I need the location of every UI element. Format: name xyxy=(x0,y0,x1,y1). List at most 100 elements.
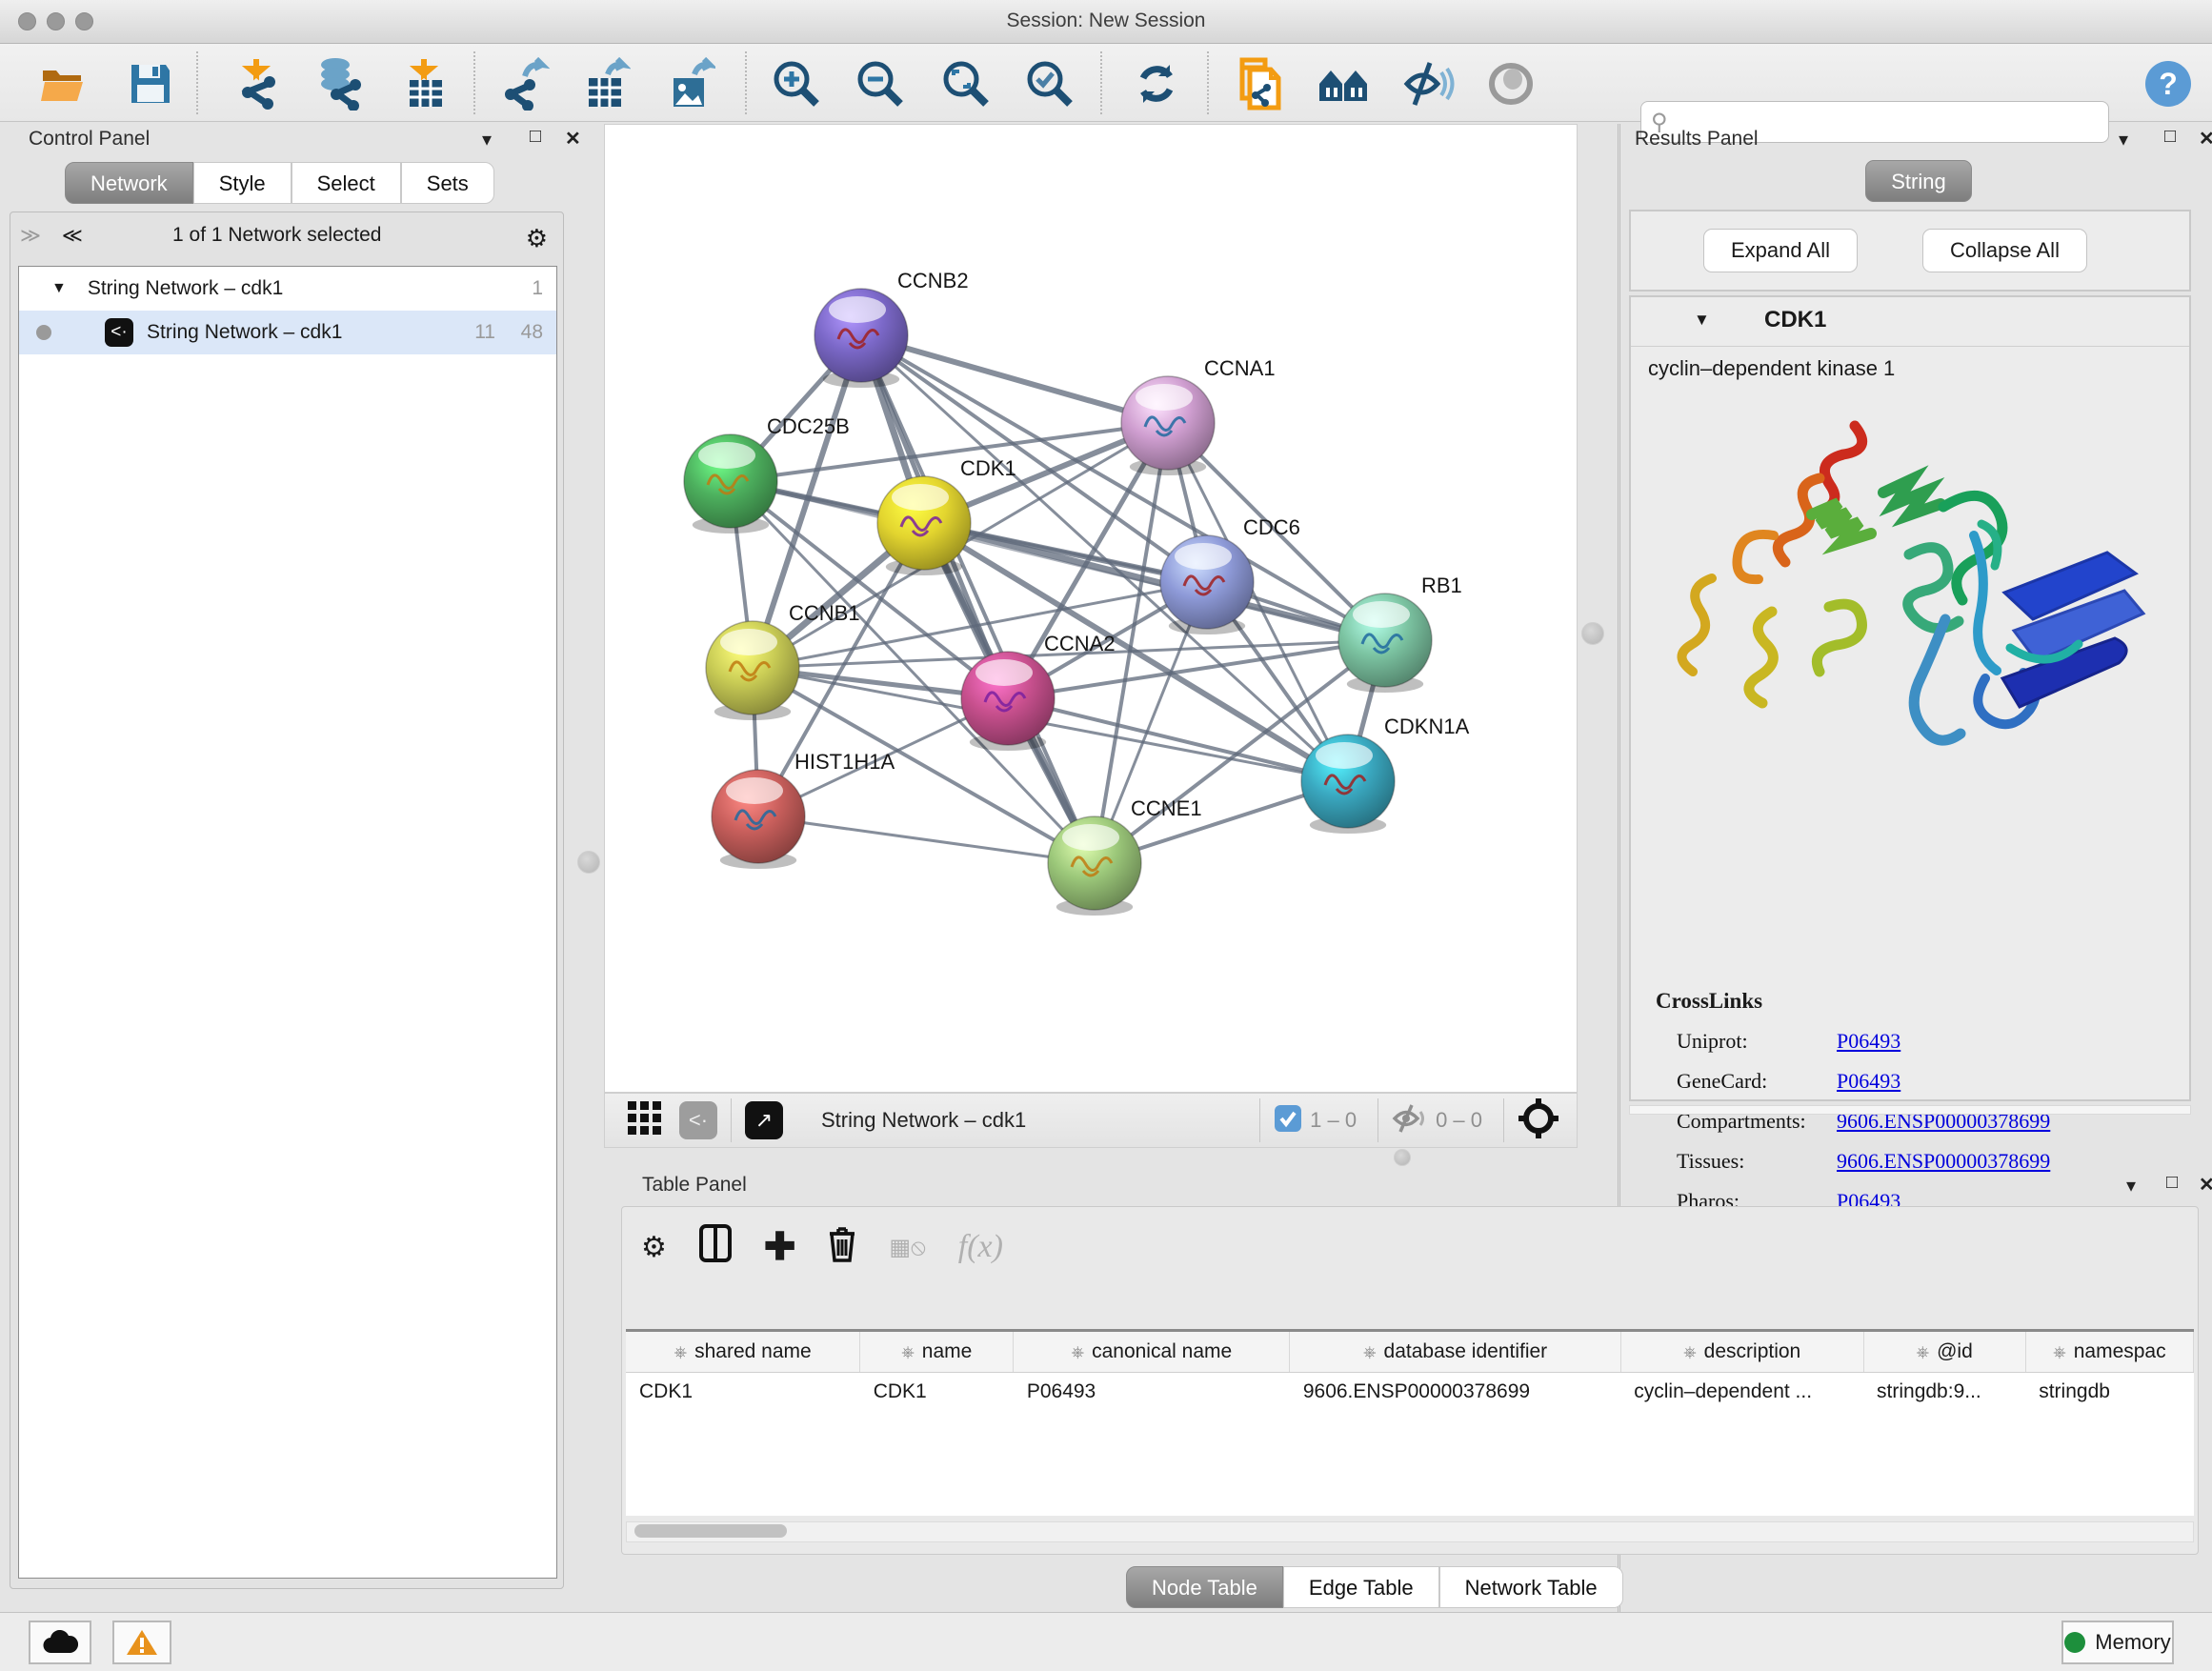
results-panel-float-icon[interactable]: ▾ xyxy=(2119,128,2128,151)
table-cell[interactable]: stringdb xyxy=(2025,1372,2193,1412)
string-protein-query-icon[interactable] xyxy=(1317,57,1371,111)
column-header--id[interactable]: ⎈@id xyxy=(1863,1332,2025,1372)
table-hscrollbar[interactable] xyxy=(626,1521,2194,1542)
open-session-icon[interactable] xyxy=(38,57,91,111)
tab-network-table[interactable]: Network Table xyxy=(1439,1566,1623,1608)
export-network-icon[interactable] xyxy=(498,57,552,111)
birdseye-toggle-icon[interactable] xyxy=(1518,1097,1559,1144)
tab-edge-table[interactable]: Edge Table xyxy=(1283,1566,1439,1608)
network-edge[interactable] xyxy=(861,335,1095,863)
string-import-icon[interactable] xyxy=(1233,57,1286,111)
table-panel-close-icon[interactable]: ✕ xyxy=(2199,1173,2212,1197)
selected-count: 1 – 0 xyxy=(1310,1108,1357,1133)
show-graphics-details-icon[interactable] xyxy=(1484,57,1538,111)
table-cell[interactable]: stringdb:9... xyxy=(1863,1372,2025,1412)
column-header-namespac[interactable]: ⎈namespac xyxy=(2025,1332,2193,1372)
right-splitter-grip[interactable] xyxy=(1581,622,1604,645)
crosslinks-title: CrossLinks xyxy=(1656,989,2170,1014)
grid-view-icon[interactable] xyxy=(628,1101,662,1140)
genecard-link[interactable]: P06493 xyxy=(1837,1069,1900,1094)
table-cell[interactable]: CDK1 xyxy=(860,1372,1014,1412)
tab-node-table[interactable]: Node Table xyxy=(1126,1566,1283,1608)
table-cell[interactable]: 9606.ENSP00000378699 xyxy=(1290,1372,1620,1412)
tab-string[interactable]: String xyxy=(1865,160,1971,202)
tab-style[interactable]: Style xyxy=(193,162,292,204)
left-splitter-grip[interactable] xyxy=(577,851,600,874)
network-options-gear-icon[interactable]: ⚙ xyxy=(526,224,548,253)
memory-button[interactable]: Memory xyxy=(2061,1621,2174,1664)
import-table-icon[interactable] xyxy=(399,57,452,111)
network-node-hist1h1a[interactable]: HIST1H1A xyxy=(712,750,895,869)
column-header-database-identifier[interactable]: ⎈database identifier xyxy=(1290,1332,1620,1372)
memory-label: Memory xyxy=(2095,1630,2170,1655)
save-session-icon[interactable] xyxy=(124,57,177,111)
results-panel-close-icon[interactable]: ✕ xyxy=(2199,127,2212,151)
network-node-cdc25b[interactable]: CDC25B xyxy=(684,414,850,534)
network-canvas[interactable]: CCNB2CCNA1CDC25BCDK1CDC6RB1CCNB1CCNA2CDK… xyxy=(604,124,1578,1093)
detach-view-icon[interactable]: ↗ xyxy=(745,1101,783,1139)
delete-column-icon[interactable] xyxy=(828,1224,856,1270)
table-cell[interactable]: P06493 xyxy=(1014,1372,1290,1412)
tree-expander-icon[interactable]: ▼ xyxy=(51,280,67,297)
tab-sets[interactable]: Sets xyxy=(401,162,494,204)
table-panel-maximize-icon[interactable]: □ xyxy=(2166,1172,2178,1194)
collapse-all-button[interactable]: Collapse All xyxy=(1922,229,2087,272)
import-network-icon[interactable] xyxy=(231,57,285,111)
show-columns-icon[interactable] xyxy=(699,1224,732,1270)
column-header-canonical-name[interactable]: ⎈canonical name xyxy=(1014,1332,1290,1372)
entry-gene-name: CDK1 xyxy=(1764,307,1826,333)
bottom-splitter-grip[interactable] xyxy=(1394,1149,1411,1166)
results-panel-maximize-icon[interactable]: □ xyxy=(2164,126,2176,148)
column-header-shared-name[interactable]: ⎈shared name xyxy=(626,1332,860,1372)
add-column-icon[interactable]: ✚ xyxy=(764,1225,796,1269)
cloud-button[interactable] xyxy=(29,1621,91,1664)
network-node-cdk1[interactable]: CDK1 xyxy=(877,456,1016,575)
expand-all-button[interactable]: Expand All xyxy=(1703,229,1858,272)
network-row[interactable]: <· String Network – cdk1 11 48 xyxy=(19,311,556,354)
network-node-rb1[interactable]: RB1 xyxy=(1338,574,1462,693)
zoom-fit-icon[interactable] xyxy=(939,57,993,111)
table-panel-float-icon[interactable]: ▾ xyxy=(2126,1174,2136,1198)
control-panel-maximize-icon[interactable]: □ xyxy=(530,126,541,148)
uniprot-link[interactable]: P06493 xyxy=(1837,1029,1900,1054)
tab-network[interactable]: Network xyxy=(65,162,193,204)
entry-expander-icon[interactable]: ▼ xyxy=(1694,311,1710,330)
import-network-from-database-icon[interactable] xyxy=(312,57,365,111)
collapse-all-icon[interactable]: ≫ xyxy=(20,225,41,247)
hide-selected-icon[interactable] xyxy=(1401,57,1455,111)
selected-checkbox-icon[interactable] xyxy=(1274,1104,1302,1137)
export-table-icon[interactable] xyxy=(580,57,633,111)
control-panel-close-icon[interactable]: ✕ xyxy=(565,127,581,151)
network-node-ccnb1[interactable]: CCNB1 xyxy=(706,601,860,720)
status-bar: Memory xyxy=(0,1612,2212,1671)
table-row[interactable]: CDK1CDK1P064939606.ENSP00000378699cyclin… xyxy=(626,1372,2194,1412)
network-node-cdkn1a[interactable]: CDKN1A xyxy=(1301,715,1470,834)
table-cell[interactable]: CDK1 xyxy=(626,1372,860,1412)
table-cell[interactable]: cyclin–dependent ... xyxy=(1620,1372,1863,1412)
main-toolbar: ⚲ ? xyxy=(0,44,2212,122)
network-collection-row[interactable]: ▼ String Network – cdk1 1 xyxy=(19,267,556,311)
results-scroll-strip[interactable] xyxy=(1629,1105,2191,1115)
hidden-eye-icon[interactable] xyxy=(1392,1104,1428,1137)
control-panel-float-icon[interactable]: ▾ xyxy=(482,128,492,151)
column-header-description[interactable]: ⎈description xyxy=(1620,1332,1863,1372)
network-overview-icon[interactable]: <· xyxy=(679,1101,717,1139)
zoom-out-icon[interactable] xyxy=(854,57,907,111)
node-table[interactable]: ⎈shared name⎈name⎈canonical name⎈databas… xyxy=(626,1329,2194,1516)
column-header-name[interactable]: ⎈name xyxy=(860,1332,1014,1372)
table-hscroll-thumb[interactable] xyxy=(634,1524,787,1538)
help-icon[interactable]: ? xyxy=(2142,57,2195,111)
table-box: ⚙ ✚ ▦⦸ f(x) ⎈shared name⎈name⎈canonical … xyxy=(621,1206,2199,1555)
network-edge[interactable] xyxy=(758,816,1095,863)
expand-all-icon[interactable]: ≪ xyxy=(62,225,83,247)
export-image-icon[interactable] xyxy=(665,57,718,111)
table-settings-gear-icon[interactable]: ⚙ xyxy=(641,1231,667,1264)
node-label: HIST1H1A xyxy=(794,750,895,774)
network-node-ccnb2[interactable]: CCNB2 xyxy=(814,269,969,388)
zoom-selected-icon[interactable] xyxy=(1023,57,1076,111)
refresh-icon[interactable] xyxy=(1130,57,1183,111)
tab-select[interactable]: Select xyxy=(292,162,401,204)
warning-button[interactable] xyxy=(112,1621,171,1664)
zoom-in-icon[interactable] xyxy=(770,57,823,111)
network-node-ccna1[interactable]: CCNA1 xyxy=(1121,356,1276,475)
